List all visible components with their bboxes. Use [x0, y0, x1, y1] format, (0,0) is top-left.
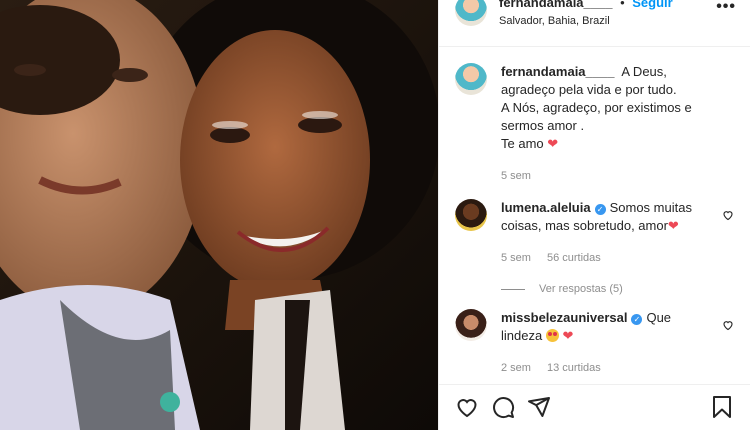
comment-miss: missbelezauniversal ✓ Que lindeza ❤ 2 sem … [455, 309, 736, 377]
heart-icon[interactable] [455, 395, 479, 419]
comment-likes-lumena[interactable]: 56 curtidas [547, 249, 601, 267]
share-icon[interactable] [527, 395, 551, 419]
post-actions-bar [439, 384, 750, 430]
comment-meta-miss: 2 sem 13 curtidas [501, 359, 712, 377]
location-link[interactable]: Salvador, Bahia, Brazil [499, 12, 673, 30]
caption-avatar[interactable] [455, 63, 487, 95]
comment-meta-lumena: 5 sem 56 curtidas [501, 249, 712, 267]
comment-like-heart-icon[interactable] [722, 319, 734, 331]
verified-badge-icon: ✓ [594, 204, 606, 215]
author-avatar[interactable] [455, 0, 487, 26]
post-photo[interactable] [0, 0, 438, 430]
comment-likes-miss[interactable]: 13 curtidas [547, 359, 601, 377]
photo-illustration [0, 0, 438, 430]
comment-avatar-lumena[interactable] [455, 199, 487, 231]
comment-time-miss[interactable]: 2 sem [501, 359, 531, 377]
comment-body-miss: missbelezauniversal ✓ Que lindeza ❤ 2 sem … [501, 309, 736, 377]
red-heart-emoji-icon: ❤ [562, 328, 574, 343]
comment-like-heart-icon[interactable] [722, 209, 734, 221]
comment-body-lumena: lumena.aleluia ✓ Somos muitas coisas, mas … [501, 199, 736, 267]
header-text: fernandamaia____ • Seguir Salvador, Bahi… [499, 0, 673, 30]
view-replies-button[interactable]: Ver respostas (5) [501, 283, 736, 295]
caption-line3: Te amo [501, 136, 544, 151]
caption-body: fernandamaia____ A Deus, agradeço pela v… [501, 63, 736, 185]
post-header: fernandamaia____ • Seguir Salvador, Bahi… [439, 0, 750, 40]
comment-avatar-miss[interactable] [455, 309, 487, 341]
bookmark-icon[interactable] [710, 395, 734, 419]
replies-line [501, 288, 525, 290]
caption-username[interactable]: fernandamaia____ [501, 64, 614, 79]
caption-meta: 5 sem [501, 167, 712, 185]
caption-line2: A Nós, agradeço, por existimos e sermos … [501, 100, 692, 133]
follow-button[interactable]: Seguir [632, 0, 672, 10]
caption: fernandamaia____ A Deus, agradeço pela v… [455, 63, 736, 185]
comment-time-lumena[interactable]: 5 sem [501, 249, 531, 267]
heart-eyes-emoji-icon [545, 329, 559, 342]
view-replies-label[interactable]: Ver respostas (5) [539, 283, 623, 295]
more-options-icon[interactable]: ••• [716, 0, 736, 16]
red-heart-emoji-icon: ❤ [547, 136, 559, 151]
caption-time[interactable]: 5 sem [501, 167, 531, 185]
comment-icon[interactable] [491, 395, 515, 419]
comment-username-lumena[interactable]: lumena.aleluia [501, 200, 591, 215]
post-sidebar: fernandamaia____ • Seguir Salvador, Bahi… [438, 0, 750, 430]
post-container: fernandamaia____ • Seguir Salvador, Bahi… [0, 0, 750, 430]
comment-lumena: lumena.aleluia ✓ Somos muitas coisas, mas … [455, 199, 736, 267]
red-heart-emoji-icon: ❤ [667, 218, 679, 233]
comment-username-miss[interactable]: missbelezauniversal [501, 310, 627, 325]
header-dot: • [620, 0, 625, 10]
author-username[interactable]: fernandamaia____ [499, 0, 612, 10]
comments-section: fernandamaia____ A Deus, agradeço pela v… [439, 47, 750, 390]
verified-badge-icon: ✓ [631, 314, 643, 325]
